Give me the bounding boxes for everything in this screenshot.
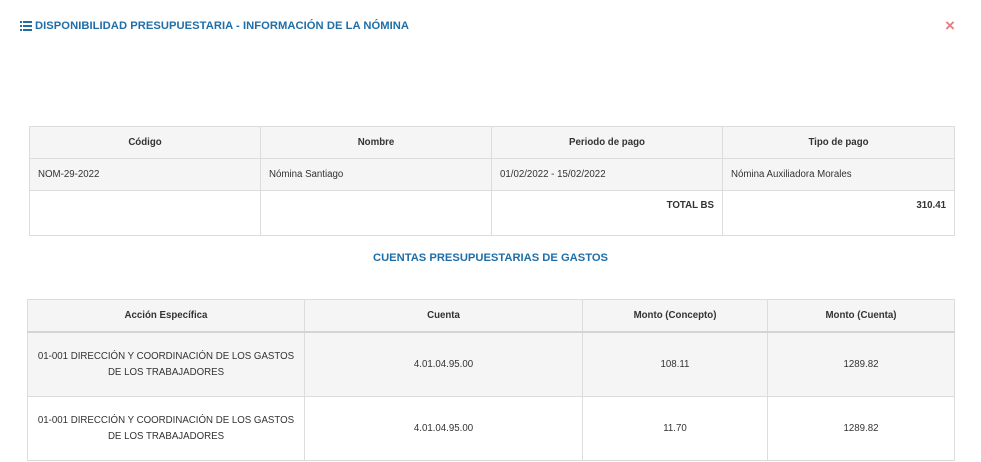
section-title: CUENTAS PRESUPUESTARIAS DE GASTOS — [373, 252, 608, 264]
cell-monto-concepto: 11.70 — [582, 396, 768, 461]
nomina-table: Código Nombre Periodo de pago Tipo de pa… — [29, 126, 955, 236]
list-icon — [20, 21, 32, 31]
total-value: 310.41 — [722, 190, 955, 236]
column-header-cuenta: Cuenta — [304, 299, 583, 333]
cuentas-header-row: Acción Específica Cuenta Monto (Concepto… — [27, 299, 955, 333]
cell-monto-cuenta: 1289.82 — [767, 396, 955, 461]
column-header-nombre: Nombre — [260, 126, 492, 159]
cell-tipo: Nómina Auxiliadora Morales — [722, 158, 955, 191]
cell-monto-concepto: 108.11 — [582, 331, 768, 397]
cell-monto-cuenta: 1289.82 — [767, 331, 955, 397]
column-header-periodo: Periodo de pago — [491, 126, 723, 159]
column-header-tipo: Tipo de pago — [722, 126, 955, 159]
column-header-accion: Acción Específica — [27, 299, 305, 333]
table-row: NOM-29-2022 Nómina Santiago 01/02/2022 -… — [29, 158, 955, 191]
table-row: 01-001 DIRECCIÓN Y COORDINACIÓN DE LOS G… — [27, 396, 955, 461]
column-header-codigo: Código — [29, 126, 261, 159]
total-row: TOTAL BS 310.41 — [29, 190, 955, 236]
cell-periodo: 01/02/2022 - 15/02/2022 — [491, 158, 723, 191]
nomina-header-row: Código Nombre Periodo de pago Tipo de pa… — [29, 126, 955, 159]
column-header-monto-cuenta: Monto (Cuenta) — [767, 299, 955, 333]
table-row: 01-001 DIRECCIÓN Y COORDINACIÓN DE LOS G… — [27, 331, 955, 397]
close-icon[interactable]: × — [943, 17, 957, 34]
empty-cell — [29, 190, 261, 236]
cell-codigo: NOM-29-2022 — [29, 158, 261, 191]
cuentas-table: Acción Específica Cuenta Monto (Concepto… — [27, 299, 955, 461]
cell-accion: 01-001 DIRECCIÓN Y COORDINACIÓN DE LOS G… — [27, 331, 305, 397]
cell-nombre: Nómina Santiago — [260, 158, 492, 191]
cell-accion: 01-001 DIRECCIÓN Y COORDINACIÓN DE LOS G… — [27, 396, 305, 461]
modal-title: DISPONIBILIDAD PRESUPUESTARIA - INFORMAC… — [35, 20, 410, 32]
cell-cuenta: 4.01.04.95.00 — [304, 396, 583, 461]
cell-cuenta: 4.01.04.95.00 — [304, 331, 583, 397]
empty-cell — [260, 190, 492, 236]
column-header-monto-concepto: Monto (Concepto) — [582, 299, 768, 333]
total-label: TOTAL BS — [491, 190, 723, 236]
modal-header: DISPONIBILIDAD PRESUPUESTARIA - INFORMAC… — [20, 18, 409, 34]
